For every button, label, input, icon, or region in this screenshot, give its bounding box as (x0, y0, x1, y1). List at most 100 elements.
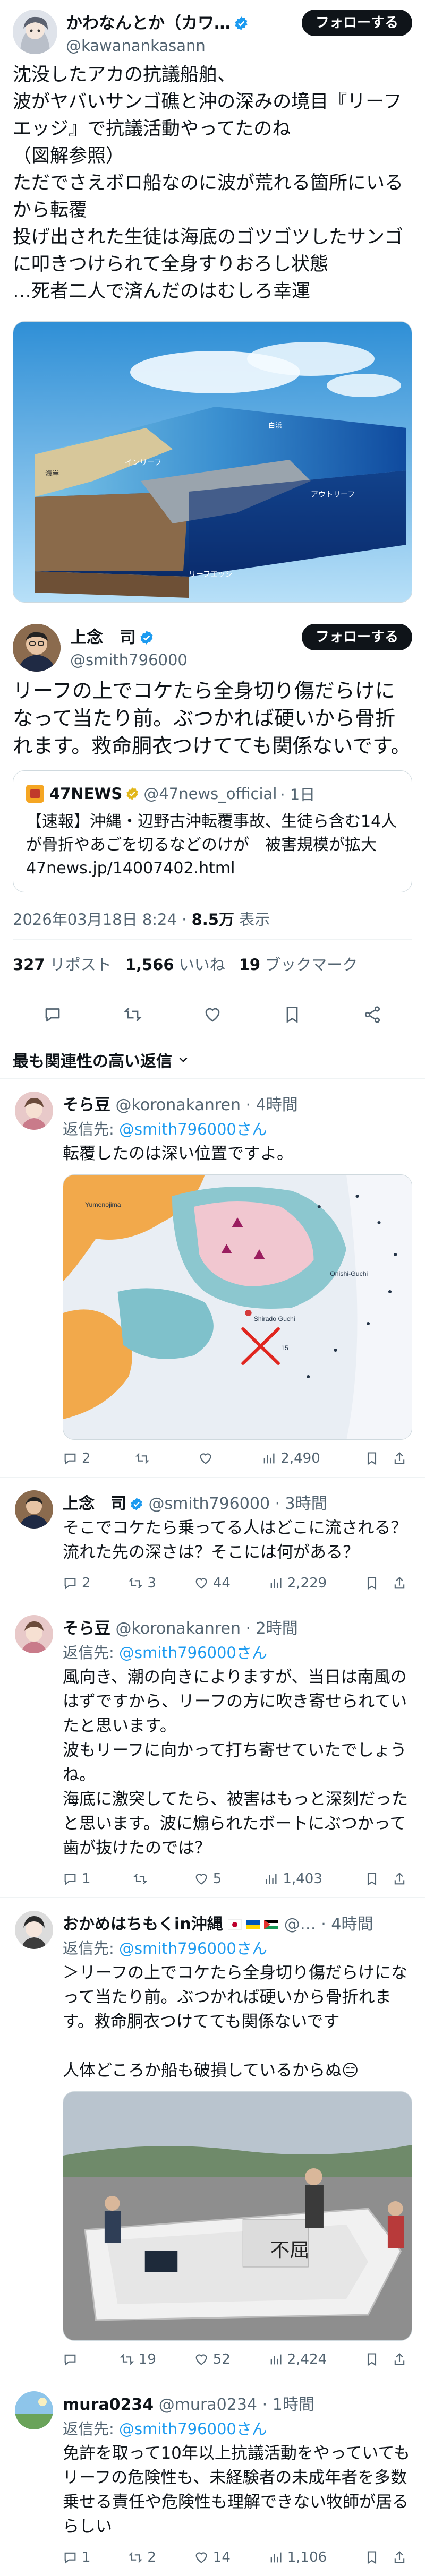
reply-button[interactable]: 2 (63, 1575, 91, 1591)
map-label-shirado: Shirado Guchi (254, 1315, 295, 1323)
share-icon[interactable] (392, 2352, 407, 2367)
like-button[interactable] (198, 1451, 217, 1466)
reply-author-handle[interactable]: @… (284, 1915, 316, 1934)
reply-time[interactable]: · 3時間 (275, 1495, 327, 1513)
like-stat[interactable]: 1,566 いいね (125, 952, 225, 975)
repost-count: 327 (13, 956, 45, 974)
bookmark-icon[interactable] (364, 1871, 379, 1886)
share-icon[interactable] (392, 1576, 407, 1591)
reply-to-link[interactable]: @smith796000さん (119, 1120, 267, 1138)
reply-author-handle[interactable]: @smith796000 (149, 1495, 270, 1513)
reply-time[interactable]: · 4時間 (246, 1096, 298, 1114)
reply-to-link[interactable]: @smith796000さん (119, 1644, 267, 1662)
reply-author-name[interactable]: 上念 司 (63, 1495, 126, 1513)
views-button[interactable]: 1,403 (264, 1871, 322, 1887)
tweet-meta: 2026年03月18日 8:24 · 8.5万 表示 (0, 892, 425, 939)
reply-time[interactable]: · 2時間 (246, 1619, 298, 1638)
nautical-map-image[interactable]: Shirado Guchi Onishi-Guchi Yumenojima 15 (63, 1174, 412, 1440)
map-label-onishi: Onishi-Guchi (330, 1270, 368, 1277)
reply-item[interactable]: そら豆 @koronakanren · 4時間 返信先: @smith79600… (0, 1078, 425, 1477)
reply-author-name[interactable]: そら豆 (63, 1619, 110, 1638)
reply-button[interactable] (63, 2352, 82, 2367)
like-button[interactable]: 5 (194, 1871, 222, 1887)
reply-author-name[interactable]: おかめはちもくin沖縄 (63, 1915, 223, 1934)
reply-time[interactable]: · 1時間 (262, 2395, 314, 2414)
share-icon[interactable] (363, 1005, 382, 1024)
author-handle[interactable]: @kawanankasann (66, 37, 302, 55)
avatar[interactable] (13, 624, 61, 672)
bookmark-icon[interactable] (283, 1005, 302, 1024)
reply-author-handle[interactable]: @koronakanren (116, 1619, 241, 1638)
reply-author-name[interactable]: mura0234 (63, 2395, 154, 2414)
reply-to-link[interactable]: @smith796000さん (119, 1939, 267, 1957)
author-handle[interactable]: @smith796000 (70, 651, 302, 669)
reply-author-handle[interactable]: @mura0234 (159, 2395, 257, 2414)
repost-button[interactable] (135, 1451, 154, 1466)
reply-icon (64, 1874, 76, 1885)
reply-to-link[interactable]: @smith796000さん (119, 2420, 267, 2438)
reply-count: 1 (82, 1871, 91, 1887)
author-name[interactable]: 上念 司 (70, 628, 136, 647)
views-button[interactable]: 2,424 (268, 2351, 327, 2367)
reply-item[interactable]: そら豆 @koronakanren · 2時間 返信先: @smith79600… (0, 1602, 425, 1897)
reply-icon[interactable] (43, 1005, 62, 1024)
like-icon[interactable] (203, 1005, 222, 1024)
tweet-timestamp[interactable]: 2026年03月18日 8:24 · (13, 911, 192, 929)
repost-stat[interactable]: 327 リポスト (13, 952, 112, 975)
reply-author-name[interactable]: そら豆 (63, 1096, 110, 1114)
follow-button[interactable]: フォローする (301, 624, 412, 650)
repost-count: 3 (147, 1575, 156, 1591)
reply-button[interactable]: 1 (63, 1871, 91, 1887)
repost-button[interactable]: 2 (128, 2549, 156, 2565)
quoted-tweet-card[interactable]: 47NEWS @47news_official · 1日 【速報】沖縄・辺野古沖… (13, 770, 412, 892)
like-count: 1,566 (125, 956, 174, 974)
reply-time[interactable]: · 4時間 (321, 1915, 373, 1934)
reply-item[interactable]: おかめはちもくin沖縄 @… · 4時間 返信先: @smith796000さん… (0, 1897, 425, 2378)
like-button[interactable]: 14 (194, 2549, 231, 2565)
reply-item[interactable]: mura0234 @mura0234 · 1時間 返信先: @smith7960… (0, 2378, 425, 2576)
follow-button[interactable]: フォローする (301, 10, 412, 36)
like-button[interactable]: 44 (194, 1575, 231, 1591)
reply-button[interactable]: 1 (63, 2549, 91, 2565)
reply-item[interactable]: 上念 司 @smith796000 · 3時間 そこでコケたら乗ってる人はどこに… (0, 1477, 425, 1602)
bookmark-icon[interactable] (364, 2550, 379, 2565)
reply-text: 免許を取って10年以上抗議活動をやっていてもリーフの危険性も、未経験者の未成年者… (63, 2444, 410, 2536)
avatar[interactable] (13, 10, 57, 54)
avatar[interactable] (15, 1615, 53, 1653)
share-icon[interactable] (392, 1451, 407, 1466)
bookmark-icon[interactable] (364, 1576, 379, 1591)
views-button[interactable]: 2,229 (268, 1575, 327, 1591)
like-button[interactable]: 52 (194, 2351, 231, 2367)
share-icon[interactable] (392, 1871, 407, 1886)
reply-count: 2 (82, 1575, 91, 1591)
view-count: 8.5万 (191, 911, 234, 929)
avatar[interactable] (15, 2391, 53, 2429)
reply-button[interactable]: 2 (63, 1450, 91, 1466)
top-tweet-header: かわなんとか（カワ… @kawanankasann フォローする (0, 0, 425, 58)
reef-diagram-image[interactable]: インリーフ アウトリーフ リーフエッジ 海岸 白浜 (13, 321, 412, 603)
reply-actions: 1 2 14 1,106 (63, 2539, 412, 2576)
bookmark-stat[interactable]: 19 ブックマーク (239, 952, 358, 975)
repost-button[interactable] (133, 1871, 152, 1886)
repost-label: リポスト (45, 956, 112, 974)
repost-button[interactable]: 3 (128, 1575, 156, 1591)
avatar[interactable] (15, 1092, 53, 1130)
analytics-icon (270, 1578, 282, 1588)
views-button[interactable]: 2,490 (261, 1450, 320, 1466)
share-icon[interactable] (392, 2550, 407, 2565)
avatar[interactable] (15, 1911, 53, 1949)
repost-icon[interactable] (123, 1005, 142, 1024)
bookmark-icon[interactable] (364, 1451, 379, 1466)
author-name[interactable]: かわなんとか（カワ… (66, 14, 231, 33)
analytics-icon (264, 1453, 275, 1464)
bookmark-icon[interactable] (364, 2352, 379, 2367)
reply-author-handle[interactable]: @koronakanren (116, 1096, 241, 1114)
views-button[interactable]: 1,106 (268, 2549, 327, 2565)
reef-diagram-illustration: インリーフ アウトリーフ リーフエッジ 海岸 白浜 (13, 322, 412, 602)
verified-badge-icon (235, 16, 248, 30)
reply-sort-dropdown[interactable]: 最も関連性の高い返信 (0, 1041, 425, 1078)
avatar[interactable] (15, 1490, 53, 1529)
repost-button[interactable]: 19 (120, 2351, 156, 2367)
damaged-boat-photo[interactable]: 不屈 (63, 2091, 412, 2341)
flag-icons (227, 1916, 279, 1930)
